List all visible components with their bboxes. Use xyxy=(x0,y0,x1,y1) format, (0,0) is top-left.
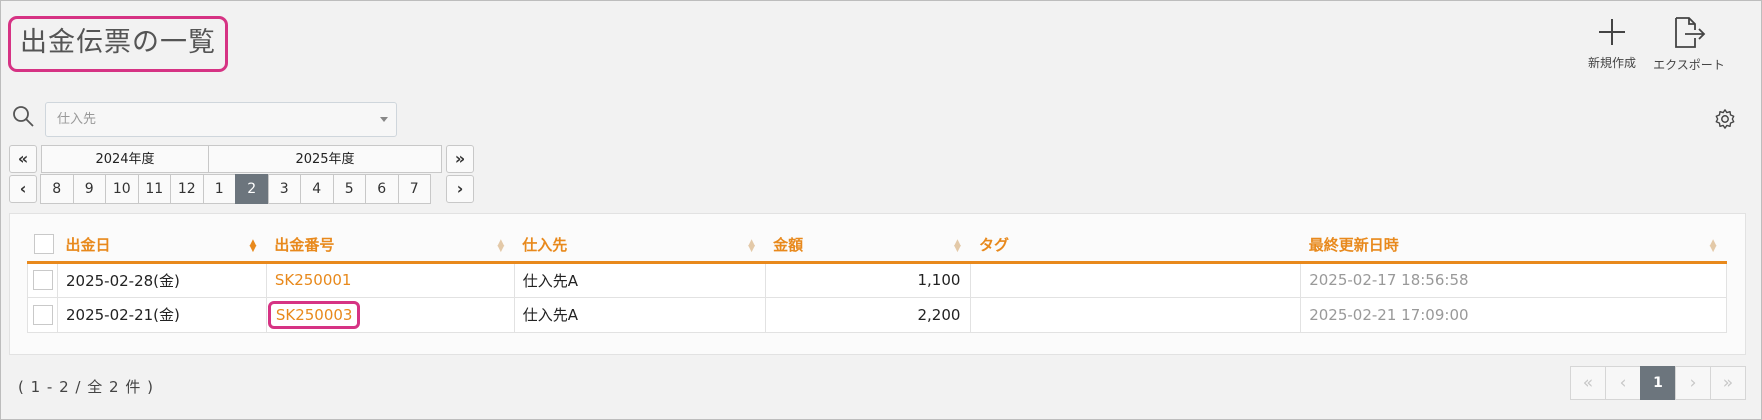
month-4[interactable]: 4 xyxy=(300,174,334,204)
month-9[interactable]: 9 xyxy=(72,174,106,204)
sort-icon: ▲ ▼ xyxy=(497,238,505,254)
cell-tag xyxy=(970,261,1302,298)
payments-table: 出金日 ▲ ▼ 出金番号 ▲ ▼ 仕入先 ▲ ▼ 金額 ▲ ▼ タグ 最終更新日時 ▲ ▼ 2025… xyxy=(27,228,1727,333)
sort-icon: ▲ ▼ xyxy=(249,238,257,254)
row-checkbox[interactable] xyxy=(33,304,53,325)
plus-icon xyxy=(1599,19,1625,45)
month-7[interactable]: 7 xyxy=(397,174,431,204)
page-next-button[interactable]: › xyxy=(1675,366,1711,400)
sort-icon: ▲ ▼ xyxy=(954,238,961,254)
cell-tag xyxy=(970,296,1302,333)
cell-number-link[interactable]: SK250001 xyxy=(265,261,515,298)
page-first-button[interactable]: « xyxy=(1570,366,1606,400)
cell-amount: 2,200 xyxy=(764,296,972,333)
period-last-button[interactable]: » xyxy=(446,145,474,173)
year-label-2025: 2025年度 xyxy=(208,145,442,173)
sort-icon: ▲ ▼ xyxy=(1709,238,1717,254)
month-2[interactable]: 2 xyxy=(235,174,269,204)
cell-updated: 2025-02-17 18:56:58 xyxy=(1300,261,1727,298)
column-header-number[interactable]: 出金番号 ▲ ▼ xyxy=(266,228,515,264)
period-next-button[interactable]: › xyxy=(446,175,474,203)
month-5[interactable]: 5 xyxy=(332,174,366,204)
cell-number-link[interactable]: SK250003 xyxy=(267,300,361,329)
cell-date: 2025-02-28(金) xyxy=(56,261,267,298)
export-button-label: エクスポート xyxy=(1653,58,1725,72)
window-frame xyxy=(0,0,1762,420)
page-title: 出金伝票の一覧 xyxy=(8,16,228,72)
table-row[interactable]: 2025-02-21(金) SK250003 仕入先A 2,200 2025-0… xyxy=(27,296,1727,333)
month-3[interactable]: 3 xyxy=(267,174,301,204)
chevron-down-icon xyxy=(380,117,388,122)
search-icon xyxy=(13,106,34,127)
column-header-supplier[interactable]: 仕入先 ▲ ▼ xyxy=(514,228,766,264)
cell-updated: 2025-02-21 17:09:00 xyxy=(1300,296,1727,333)
month-6[interactable]: 6 xyxy=(365,174,399,204)
period-prev-button[interactable]: ‹ xyxy=(9,175,37,203)
cell-date: 2025-02-21(金) xyxy=(56,296,267,333)
column-header-tag: タグ xyxy=(970,228,1301,264)
row-checkbox[interactable] xyxy=(33,270,53,290)
period-first-button[interactable]: « xyxy=(9,145,37,173)
results-card: 出金日 ▲ ▼ 出金番号 ▲ ▼ 仕入先 ▲ ▼ 金額 ▲ ▼ タグ 最終更新日時 ▲ ▼ 2025… xyxy=(9,213,1746,355)
gear-icon[interactable] xyxy=(1714,108,1736,130)
supplier-select[interactable]: 仕入先 xyxy=(45,102,397,137)
month-12[interactable]: 12 xyxy=(170,174,204,204)
export-button[interactable]: エクスポート xyxy=(1649,16,1729,76)
select-all-checkbox[interactable] xyxy=(33,234,54,255)
month-selector: 8 9 10 11 12 1 2 3 4 5 6 7 xyxy=(40,174,431,204)
sort-icon: ▲ ▼ xyxy=(748,238,756,254)
table-header-row: 出金日 ▲ ▼ 出金番号 ▲ ▼ 仕入先 ▲ ▼ 金額 ▲ ▼ タグ 最終更新日時 ▲ ▼ xyxy=(27,228,1727,264)
month-1[interactable]: 1 xyxy=(202,174,236,204)
column-header-updated[interactable]: 最終更新日時 ▲ ▼ xyxy=(1300,228,1727,264)
cell-supplier: 仕入先A xyxy=(513,261,766,298)
new-button[interactable]: 新規作成 xyxy=(1572,16,1652,76)
year-label-2024: 2024年度 xyxy=(41,145,209,173)
page-last-button[interactable]: » xyxy=(1710,366,1746,400)
record-count: ( 1 - 2 / 全 2 件 ) xyxy=(18,378,154,396)
pagination: « ‹ 1 › » xyxy=(1570,366,1746,400)
export-icon xyxy=(1675,17,1706,48)
cell-amount: 1,100 xyxy=(764,261,972,298)
column-header-amount[interactable]: 金額 ▲ ▼ xyxy=(765,228,971,264)
supplier-select-placeholder: 仕入先 xyxy=(57,112,97,127)
column-header-date[interactable]: 出金日 ▲ ▼ xyxy=(57,228,267,264)
table-row[interactable]: 2025-02-28(金) SK250001 仕入先A 1,100 2025-0… xyxy=(27,261,1727,298)
new-button-label: 新規作成 xyxy=(1587,56,1636,70)
page-current[interactable]: 1 xyxy=(1640,366,1676,400)
cell-supplier: 仕入先A xyxy=(513,296,766,333)
page-prev-button[interactable]: ‹ xyxy=(1605,366,1641,400)
month-11[interactable]: 11 xyxy=(137,174,171,204)
cell-number-cell: SK250003 xyxy=(265,296,515,333)
month-10[interactable]: 10 xyxy=(105,174,139,204)
month-8[interactable]: 8 xyxy=(40,174,74,204)
